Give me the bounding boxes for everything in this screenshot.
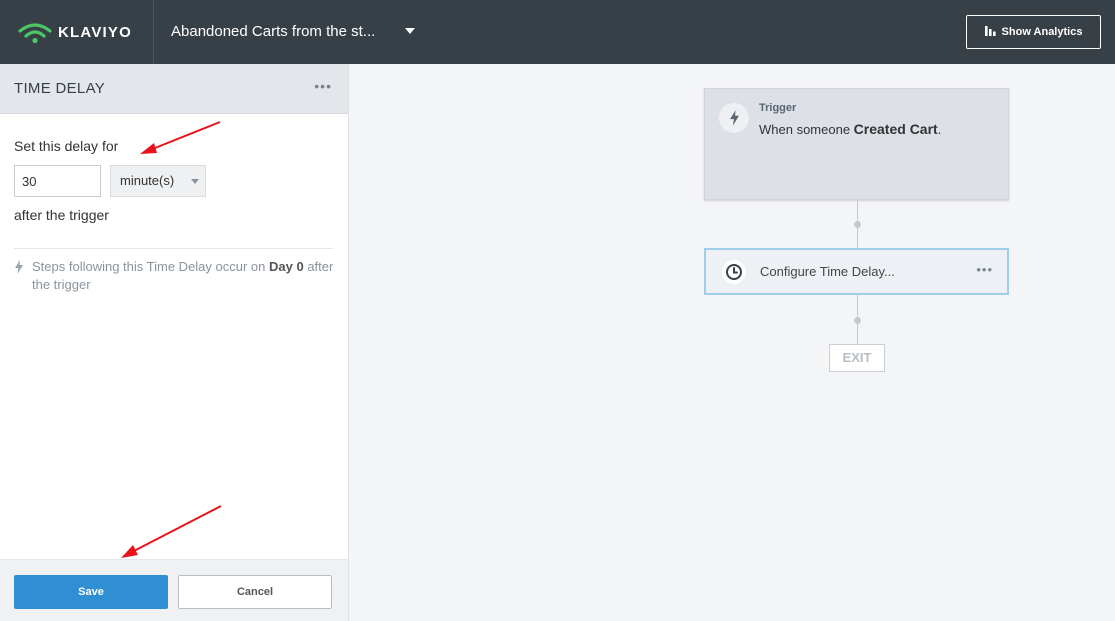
after-trigger-label: after the trigger: [14, 207, 109, 223]
delay-unit-value: minute(s): [120, 173, 175, 188]
time-delay-card-label: Configure Time Delay...: [760, 264, 895, 279]
top-bar: KLAVIYO Abandoned Carts from the st... S…: [0, 0, 1115, 64]
show-analytics-button[interactable]: Show Analytics: [966, 15, 1101, 49]
panel-divider: [14, 248, 333, 249]
panel-header: TIME DELAY •••: [0, 64, 348, 114]
connector-dot: [854, 221, 861, 228]
time-delay-card[interactable]: Configure Time Delay... •••: [704, 248, 1009, 295]
lightning-icon: [14, 260, 24, 279]
exit-node: EXIT: [829, 344, 885, 372]
header-divider: [153, 0, 154, 64]
bar-chart-icon: [984, 25, 996, 39]
trigger-text-prefix: When someone: [759, 122, 854, 137]
save-button[interactable]: Save: [14, 575, 168, 609]
connector-dot: [854, 317, 861, 324]
show-analytics-label: Show Analytics: [1001, 26, 1083, 38]
trigger-event: Created Cart: [853, 121, 938, 137]
panel-title: TIME DELAY: [14, 80, 106, 97]
card-more-options-icon[interactable]: •••: [976, 262, 993, 277]
klaviyo-logo-icon: [18, 20, 52, 44]
panel-footer: Save Cancel: [0, 559, 348, 621]
delay-info-text: Steps following this Time Delay occur on…: [14, 258, 334, 294]
brand-name: KLAVIYO: [58, 23, 132, 41]
trigger-text-suffix: .: [937, 122, 942, 137]
info-prefix: Steps following this Time Delay occur on: [32, 259, 269, 274]
delay-info-note: Steps following this Time Delay occur on…: [14, 258, 334, 294]
time-delay-panel: TIME DELAY ••• Set this delay for minute…: [0, 64, 349, 621]
trigger-card[interactable]: Trigger When someone Created Cart.: [704, 88, 1009, 200]
flow-title[interactable]: Abandoned Carts from the st...: [171, 0, 375, 64]
trigger-kicker: Trigger: [759, 102, 797, 114]
clock-icon: [722, 260, 746, 284]
trigger-description: When someone Created Cart.: [759, 121, 941, 137]
cancel-button[interactable]: Cancel: [178, 575, 332, 609]
delay-amount-input[interactable]: [14, 165, 101, 197]
delay-unit-select[interactable]: minute(s): [110, 165, 206, 197]
brand[interactable]: KLAVIYO: [18, 0, 132, 64]
lightning-icon: [719, 103, 749, 133]
delay-label: Set this delay for: [14, 138, 119, 154]
flow-dropdown-chevron-icon[interactable]: [405, 28, 415, 34]
chevron-down-icon: [191, 179, 199, 184]
info-day: Day 0: [269, 259, 304, 274]
panel-more-options-icon[interactable]: •••: [314, 78, 332, 94]
